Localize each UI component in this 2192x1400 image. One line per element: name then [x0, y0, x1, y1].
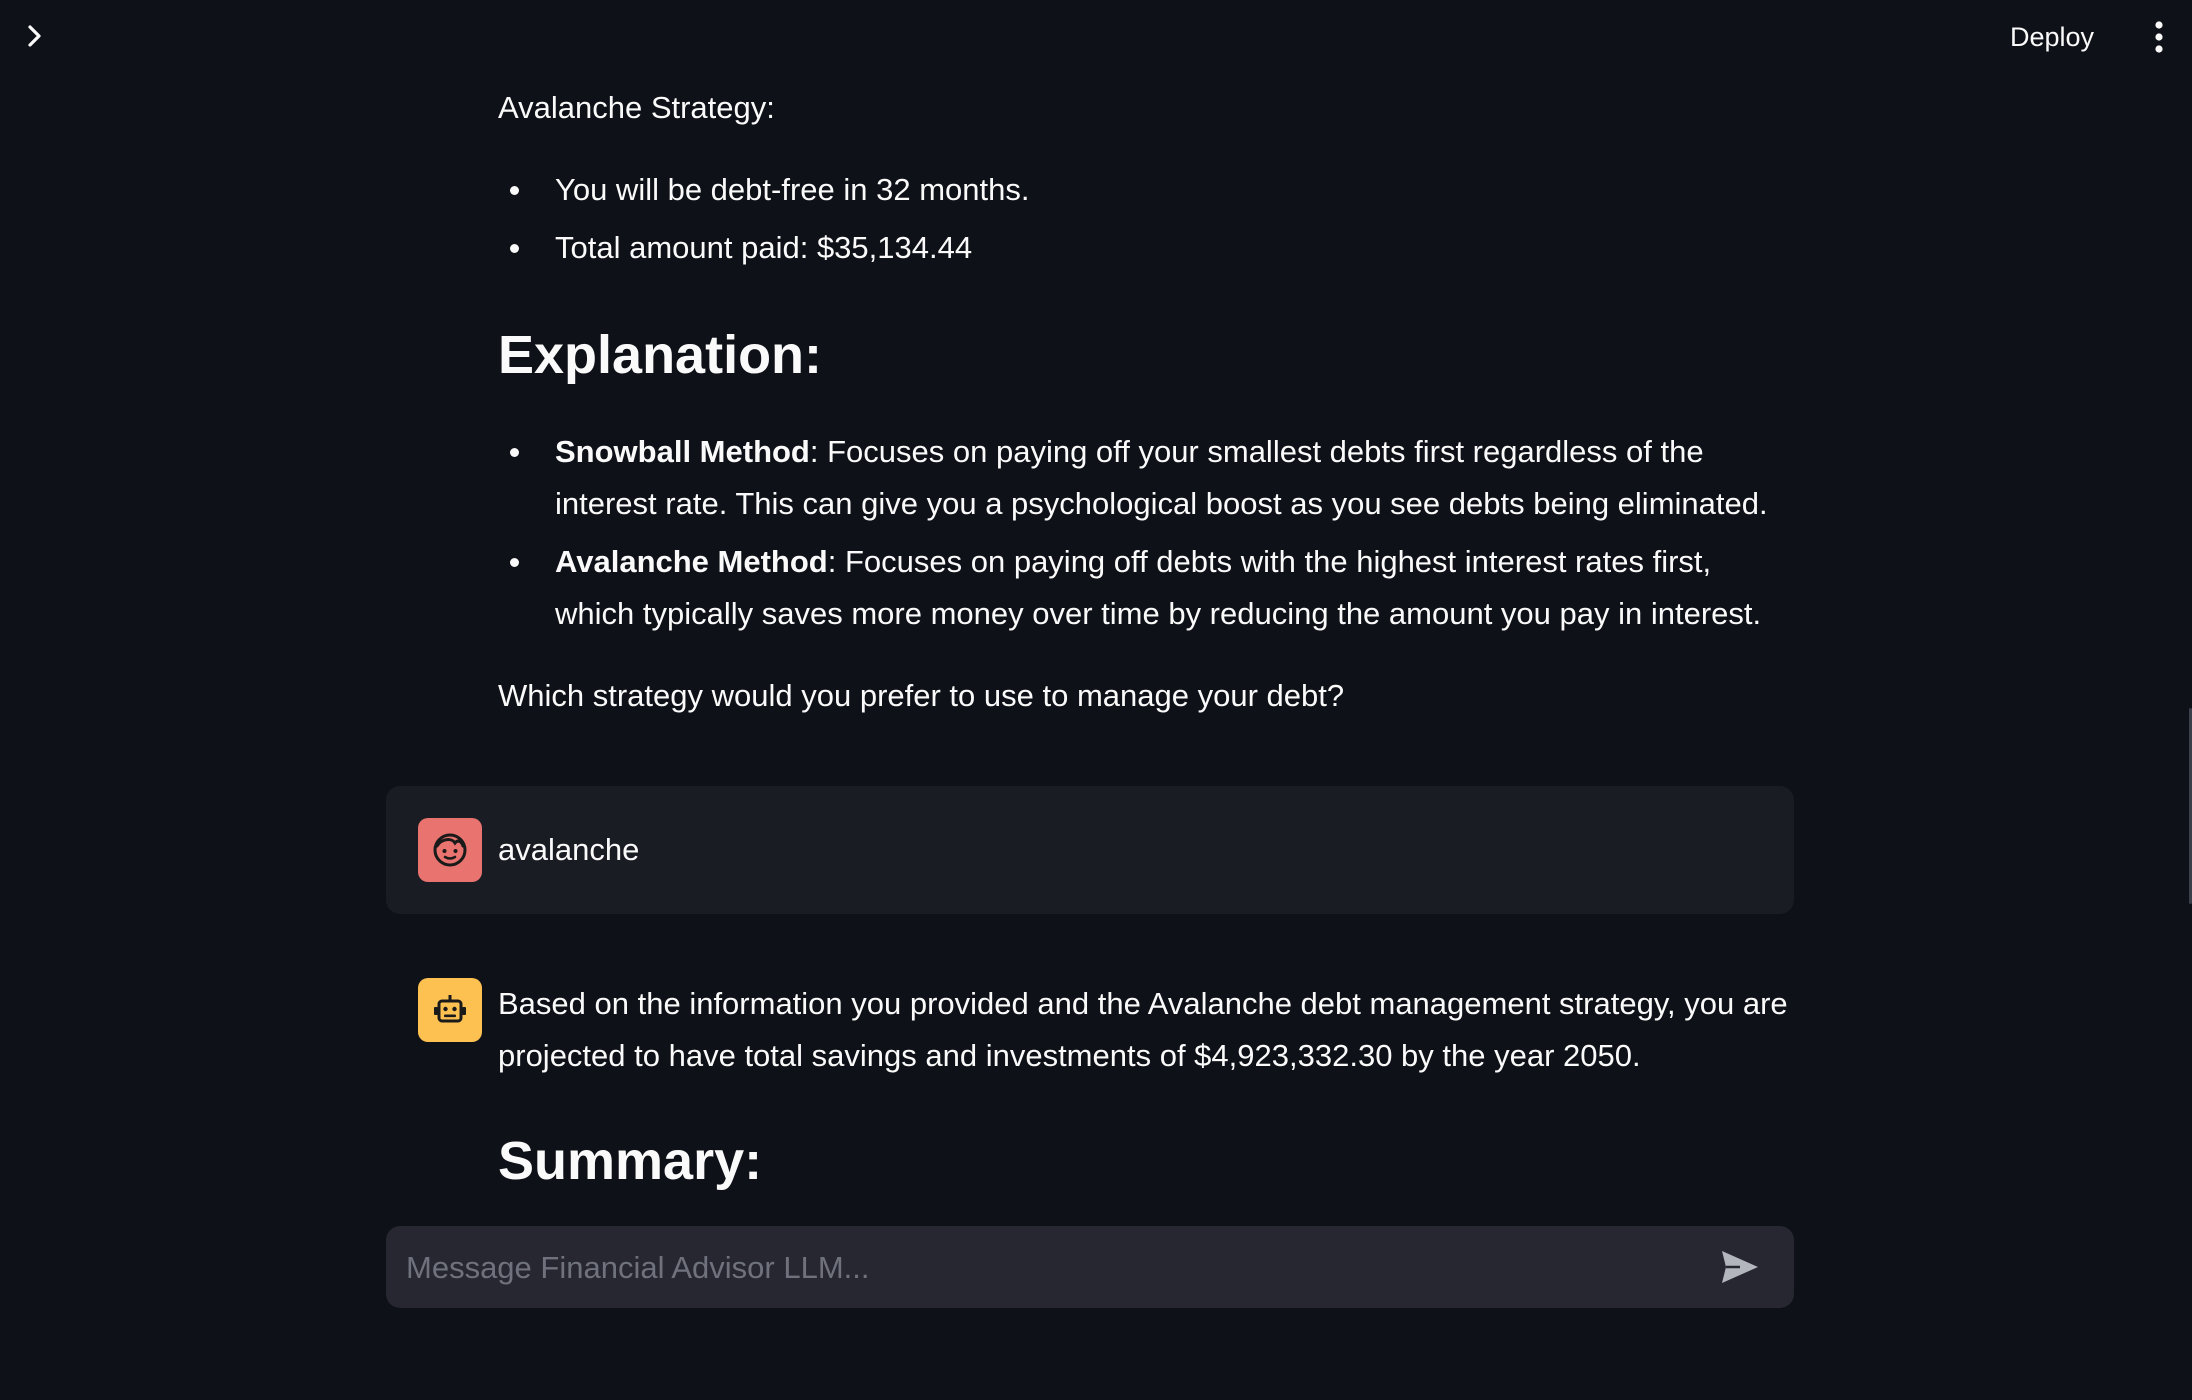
list-item: Avalanche Method: Focuses on paying off … [498, 536, 1788, 640]
send-button[interactable] [1718, 1246, 1762, 1288]
strategy-heading: Avalanche Strategy: [498, 90, 775, 125]
explanation-list: Snowball Method: Focuses on paying off y… [498, 426, 1788, 640]
list-item-term: Avalanche Method [555, 544, 828, 579]
user-message: avalanche [386, 786, 1794, 914]
question-text: Which strategy would you prefer to use t… [498, 678, 1345, 713]
explanation-heading: Explanation: [498, 325, 823, 385]
user-avatar [418, 818, 482, 882]
face-icon [433, 833, 467, 867]
list-item: Total amount paid: $35,134.44 [498, 222, 1778, 274]
assistant-message-text: Based on the information you provided an… [498, 986, 1788, 1073]
app-root: Deploy Avalanche Strategy: You will be d… [0, 0, 2192, 1400]
scrollbar[interactable] [2186, 0, 2192, 1400]
list-item: Snowball Method: Focuses on paying off y… [498, 426, 1788, 530]
send-icon [1722, 1251, 1758, 1283]
robot-icon [434, 995, 466, 1023]
list-item-term: Snowball Method [555, 434, 810, 469]
summary-heading: Summary: [498, 1131, 763, 1191]
chat-input[interactable] [404, 1226, 1708, 1310]
list-item: You will be debt-free in 32 months. [498, 164, 1778, 222]
assistant-avatar [418, 978, 482, 1042]
user-message-text: avalanche [498, 832, 640, 867]
chat-input-container [386, 1226, 1794, 1310]
strategy-bullet-list: You will be debt-free in 32 months. Tota… [498, 164, 1778, 274]
chat-area: Avalanche Strategy: You will be debt-fre… [0, 0, 2192, 1210]
